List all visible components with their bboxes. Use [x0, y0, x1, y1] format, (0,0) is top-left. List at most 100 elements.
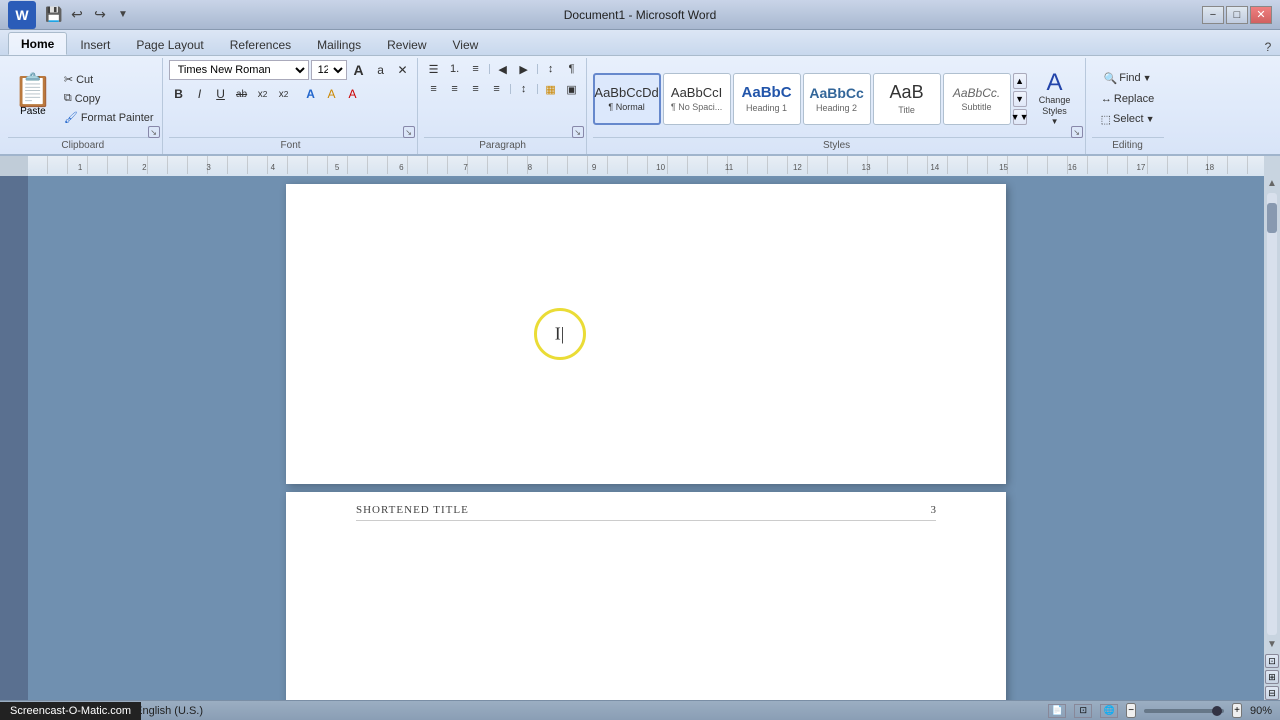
- shrink-font-button[interactable]: a: [371, 60, 391, 80]
- replace-button[interactable]: ↔ Replace: [1094, 90, 1161, 108]
- align-center-button[interactable]: ≡: [445, 80, 465, 98]
- minimize-button[interactable]: −: [1202, 6, 1224, 24]
- style-title[interactable]: AaB Title: [873, 73, 941, 125]
- line-spacing-button[interactable]: ↕: [514, 80, 534, 98]
- find-label: Find: [1119, 72, 1140, 84]
- strikethrough-button[interactable]: ab: [232, 84, 252, 104]
- window-controls: − □ ✕: [1202, 6, 1272, 24]
- ribbon-help-button[interactable]: ?: [1260, 39, 1276, 55]
- style-heading2[interactable]: AaBbCc Heading 2: [803, 73, 871, 125]
- document-scroll-area[interactable]: I| SHORTENED TITLE 3: [28, 176, 1264, 700]
- editing-group-content: 🔍 Find ▼ ↔ Replace ⬚ Select ▼: [1094, 60, 1162, 137]
- font-color-button[interactable]: A: [343, 84, 363, 104]
- superscript-button[interactable]: x2: [274, 84, 294, 104]
- style-heading1[interactable]: AaBbC Heading 1: [733, 73, 801, 125]
- ruler-marks: 12345 678910 1112131415161718: [28, 156, 1264, 176]
- tab-insert[interactable]: Insert: [67, 33, 123, 55]
- clipboard-expand-button[interactable]: ↘: [148, 126, 160, 138]
- page-2: SHORTENED TITLE 3: [286, 492, 1006, 700]
- underline-button[interactable]: U: [211, 84, 231, 104]
- view-print-button[interactable]: 📄: [1048, 704, 1066, 718]
- page-1-content[interactable]: I|: [286, 184, 1006, 484]
- zoom-in-button[interactable]: +: [1232, 703, 1242, 718]
- paragraph-row-1: ☰ 1. ≡ ◀ ▶ ↕ ¶: [424, 60, 582, 78]
- quickaccess-dropdown[interactable]: ▼: [113, 5, 133, 25]
- select-icon: ⬚: [1101, 113, 1111, 126]
- view-web-button[interactable]: 🌐: [1100, 704, 1118, 718]
- tab-view[interactable]: View: [440, 33, 492, 55]
- para-divider4: [537, 84, 538, 94]
- view-full-screen-button[interactable]: ⊡: [1074, 704, 1092, 718]
- grow-font-button[interactable]: A: [349, 60, 369, 80]
- tab-references[interactable]: References: [217, 33, 304, 55]
- increase-indent-button[interactable]: ▶: [514, 60, 534, 78]
- style-title-preview: AaB: [890, 82, 924, 103]
- redo-button[interactable]: ↪: [90, 5, 110, 25]
- scroll-thumb[interactable]: [1267, 203, 1277, 233]
- style-no-spacing[interactable]: AaBbCcI ¶ No Spaci...: [663, 73, 731, 125]
- copy-icon: ⧉: [64, 92, 72, 105]
- paragraph-expand-button[interactable]: ↘: [572, 126, 584, 138]
- cut-button[interactable]: ✂ Cut: [60, 71, 158, 88]
- italic-button[interactable]: I: [190, 84, 210, 104]
- shading-button[interactable]: ▦: [541, 80, 561, 98]
- bullets-button[interactable]: ☰: [424, 60, 444, 78]
- find-arrow: ▼: [1143, 73, 1152, 83]
- styles-scroll-up[interactable]: ▲: [1013, 73, 1027, 89]
- numbering-button[interactable]: 1.: [445, 60, 465, 78]
- style-no-spacing-label: ¶ No Spaci...: [671, 102, 722, 112]
- find-button[interactable]: 🔍 Find ▼: [1097, 69, 1159, 88]
- style-subtitle[interactable]: AaBbCc. Subtitle: [943, 73, 1011, 125]
- style-heading1-preview: AaBbC: [742, 84, 792, 101]
- one-page-button[interactable]: ⊟: [1265, 686, 1279, 700]
- font-expand-button[interactable]: ↘: [403, 126, 415, 138]
- font-size-select[interactable]: 12: [311, 60, 347, 80]
- scroll-track[interactable]: [1267, 193, 1277, 635]
- style-normal[interactable]: AaBbCcDd ¶ Normal: [593, 73, 661, 125]
- select-label: Select: [1113, 113, 1144, 125]
- justify-button[interactable]: ≡: [487, 80, 507, 98]
- tab-review[interactable]: Review: [374, 33, 439, 55]
- tab-page-layout[interactable]: Page Layout: [123, 33, 216, 55]
- vertical-scrollbar[interactable]: ▲ ▼ ⊡ ⊞ ⊟: [1264, 176, 1280, 700]
- format-painter-label: Format Painter: [81, 112, 154, 124]
- text-effects-button[interactable]: A: [301, 84, 321, 104]
- copy-button[interactable]: ⧉ Copy: [60, 90, 158, 107]
- change-styles-button[interactable]: A ChangeStyles ▼: [1029, 68, 1081, 129]
- show-marks-button[interactable]: ¶: [562, 60, 582, 78]
- decrease-indent-button[interactable]: ◀: [493, 60, 513, 78]
- two-pages-button[interactable]: ⊞: [1265, 670, 1279, 684]
- subscript-button[interactable]: x2: [253, 84, 273, 104]
- find-icon: 🔍: [1104, 72, 1118, 85]
- page-width-button[interactable]: ⊡: [1265, 654, 1279, 668]
- align-right-button[interactable]: ≡: [466, 80, 486, 98]
- highlight-color-button[interactable]: A: [322, 84, 342, 104]
- styles-dropdown[interactable]: ▼▼: [1013, 109, 1027, 125]
- paste-button[interactable]: 📋 Paste: [8, 71, 58, 126]
- align-left-button[interactable]: ≡: [424, 80, 444, 98]
- select-button[interactable]: ⬚ Select ▼: [1094, 110, 1162, 129]
- tab-home[interactable]: Home: [8, 32, 67, 55]
- save-button[interactable]: 💾: [44, 5, 64, 25]
- clipboard-group-content: 📋 Paste ✂ Cut ⧉ Copy 🖌 Format Painter: [8, 60, 158, 137]
- font-family-select[interactable]: Times New Roman: [169, 60, 309, 80]
- tab-mailings[interactable]: Mailings: [304, 33, 374, 55]
- scroll-down-button[interactable]: ▼: [1265, 637, 1279, 652]
- zoom-slider-thumb[interactable]: [1212, 706, 1222, 716]
- borders-button[interactable]: ▣: [562, 80, 582, 98]
- styles-expand-button[interactable]: ↘: [1071, 126, 1083, 138]
- multilevel-list-button[interactable]: ≡: [466, 60, 486, 78]
- zoom-out-button[interactable]: −: [1126, 703, 1136, 718]
- sort-button[interactable]: ↕: [541, 60, 561, 78]
- close-button[interactable]: ✕: [1250, 6, 1272, 24]
- scroll-up-button[interactable]: ▲: [1265, 176, 1279, 191]
- restore-button[interactable]: □: [1226, 6, 1248, 24]
- clear-formatting-button[interactable]: ✕: [393, 60, 413, 80]
- page-2-content[interactable]: [286, 525, 1006, 700]
- format-painter-button[interactable]: 🖌 Format Painter: [60, 109, 158, 126]
- styles-scroll-down[interactable]: ▼: [1013, 91, 1027, 107]
- zoom-slider[interactable]: [1144, 709, 1224, 713]
- undo-button[interactable]: ↩: [67, 5, 87, 25]
- bold-button[interactable]: B: [169, 84, 189, 104]
- font-group: Times New Roman 12 A a ✕ B I U ab x2 x2 …: [165, 58, 418, 154]
